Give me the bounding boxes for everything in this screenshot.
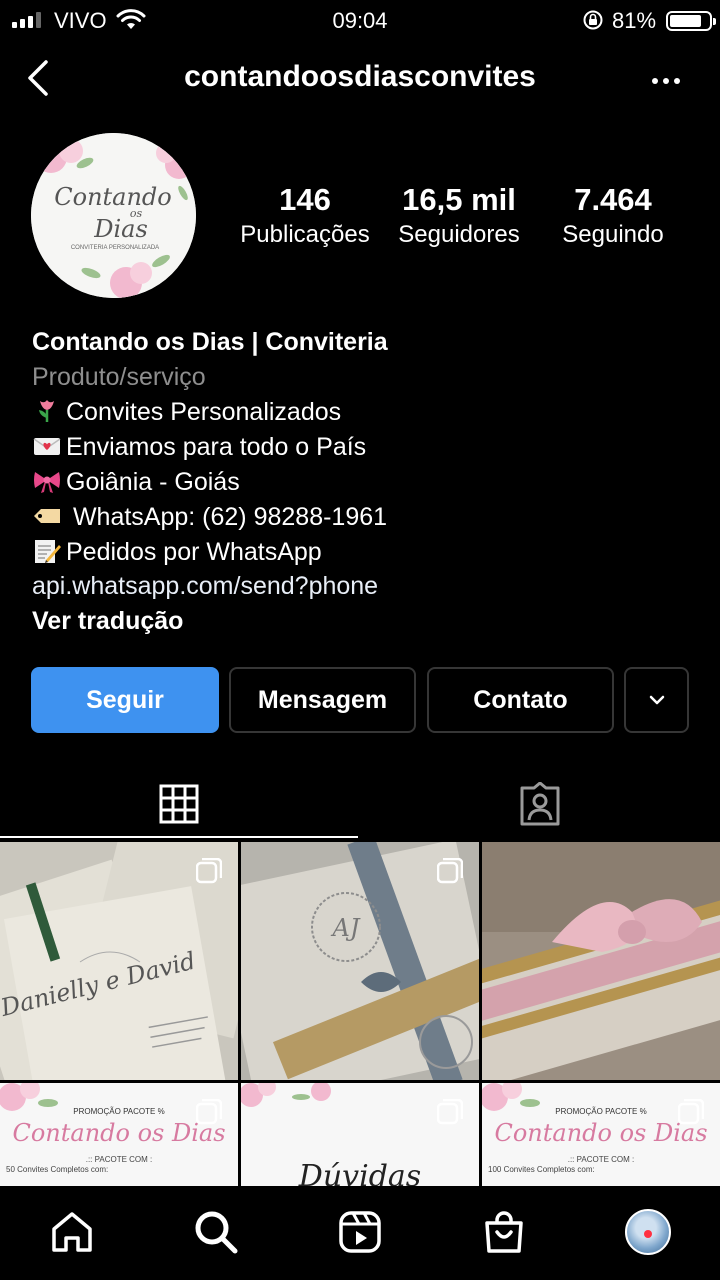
bio-line: Pedidos por WhatsApp: [32, 535, 322, 570]
multiple-posts-icon: [437, 858, 463, 884]
profile-category: Produto/serviço: [32, 363, 206, 391]
promo-subtitle: .:: PACOTE COM :: [567, 1155, 635, 1164]
bio-text: Goiânia - Goiás: [66, 468, 240, 496]
grid-post[interactable]: Dúvidas: [241, 1083, 479, 1186]
active-tab-indicator: [0, 836, 358, 838]
notification-dot: [644, 1230, 652, 1238]
reels-icon: [339, 1211, 381, 1253]
stat-count: 7.464: [574, 182, 652, 217]
battery-percent: 81%: [612, 8, 657, 33]
rotation-lock-icon: [583, 10, 603, 30]
battery-icon: [666, 11, 716, 31]
grid-post[interactable]: Danielly e David: [0, 842, 238, 1080]
message-button[interactable]: Mensagem: [229, 667, 416, 733]
ribbon-icon: [34, 472, 60, 493]
shop-icon: [485, 1211, 523, 1253]
tulip-icon: [39, 400, 54, 422]
nav-search-button[interactable]: [186, 1202, 246, 1262]
stat-followers[interactable]: 16,5 mil Seguidores: [379, 182, 539, 252]
logo-tagline: CONVITERIA PERSONALIZADA: [71, 245, 159, 251]
tab-tagged[interactable]: [360, 770, 720, 838]
bio-line: WhatsApp: (62) 98288-1961: [32, 500, 387, 535]
bio-text: Convites Personalizados: [66, 398, 342, 426]
memo-icon: [35, 540, 61, 563]
logo-text-dias: Dias: [93, 215, 148, 243]
logo-text-contando: Contando: [54, 183, 172, 211]
grid-post[interactable]: PROMOÇÃO PACOTE % Contando os Dias .:: P…: [482, 1083, 720, 1186]
see-translation-link[interactable]: Ver tradução: [32, 604, 183, 639]
bio-text: Enviamos para todo o País: [66, 433, 367, 461]
profile-display-name: Contando os Dias | Conviteria: [32, 328, 388, 356]
multiple-posts-icon: [196, 858, 222, 884]
follow-button[interactable]: Seguir: [31, 667, 219, 733]
nav-shop-button[interactable]: [474, 1202, 534, 1262]
home-icon: [52, 1212, 92, 1252]
profile-avatar[interactable]: Contando os Dias CONVITERIA PERSONALIZAD…: [31, 133, 196, 298]
chevron-down-icon: [649, 695, 664, 705]
stat-label: Seguindo: [562, 221, 664, 248]
love-letter-icon: [33, 438, 61, 455]
suggested-dropdown-button[interactable]: [624, 667, 689, 733]
promo-detail: 50 Convites Completos com:: [6, 1165, 109, 1174]
post-text: Dúvidas: [298, 1159, 422, 1186]
stat-label: Publicações: [240, 221, 370, 248]
bio-text: Pedidos por WhatsApp: [66, 538, 322, 566]
label-tag-icon: [34, 509, 60, 523]
monogram-text: AJ: [331, 914, 361, 942]
multiple-posts-icon: [196, 1099, 222, 1125]
grid-post[interactable]: AJ: [241, 842, 479, 1080]
tab-posts-grid[interactable]: [0, 770, 358, 838]
multiple-posts-icon: [678, 1099, 704, 1125]
nav-home-button[interactable]: [42, 1202, 102, 1262]
tagged-person-icon: [520, 782, 560, 826]
brand-logo: Contando os Dias CONVITERIA PERSONALIZAD…: [31, 133, 196, 298]
stat-posts[interactable]: 146 Publicações: [225, 182, 385, 252]
search-icon: [195, 1211, 238, 1254]
stat-count: 146: [279, 182, 331, 217]
grid-post[interactable]: PROMOÇÃO PACOTE % Contando os Dias .:: P…: [0, 1083, 238, 1186]
bio-text: WhatsApp: (62) 98288-1961: [66, 503, 388, 531]
contact-button[interactable]: Contato: [427, 667, 614, 733]
bottom-tab-bar: [0, 1186, 720, 1280]
stat-count: 16,5 mil: [402, 182, 516, 217]
status-bar: VIVO 09:04 81%: [0, 0, 720, 40]
bio-line: Goiânia - Goiás: [32, 465, 240, 500]
more-options-button[interactable]: [648, 66, 688, 96]
stat-label: Seguidores: [398, 221, 520, 248]
bio-line: Enviamos para todo o País: [32, 430, 366, 465]
stat-following[interactable]: 7.464 Seguindo: [533, 182, 693, 252]
more-horizontal-icon: [652, 78, 680, 84]
grid-icon: [159, 784, 199, 824]
promo-subtitle: .:: PACOTE COM :: [85, 1155, 153, 1164]
promo-detail: 100 Convites Completos com:: [488, 1165, 595, 1174]
nav-reels-button[interactable]: [330, 1202, 390, 1262]
bio-website-link[interactable]: api.whatsapp.com/send?phone: [32, 569, 378, 604]
grid-post[interactable]: [482, 842, 720, 1080]
post-thumbnail: [482, 842, 720, 1080]
bio-line: Convites Personalizados: [32, 395, 341, 430]
profile-username: contandoosdiasconvites: [184, 60, 536, 93]
multiple-posts-icon: [437, 1099, 463, 1125]
